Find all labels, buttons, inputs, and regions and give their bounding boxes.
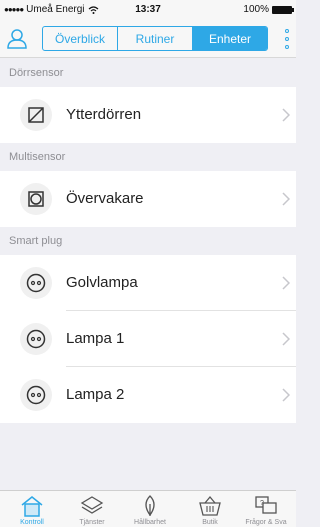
- tab-butik[interactable]: Butik: [180, 491, 240, 527]
- tab-fragor-svar[interactable]: ? Frågor & Sva: [236, 491, 296, 527]
- device-name: Lampa 2: [66, 386, 125, 403]
- smart-plug-icon: [20, 323, 52, 355]
- home-icon: [21, 496, 43, 517]
- device-row-overvakare[interactable]: Övervakare: [0, 171, 296, 227]
- svg-text:?: ?: [260, 500, 264, 507]
- door-sensor-icon: [20, 99, 52, 131]
- section-header-multisensor: Multisensor: [0, 143, 296, 171]
- status-right: 100%: [243, 4, 294, 15]
- smart-plug-icon: [20, 379, 52, 411]
- device-name: Övervakare: [66, 190, 144, 207]
- basket-icon: [199, 495, 221, 516]
- device-name: Golvlampa: [66, 274, 138, 291]
- tab-hallbarhet[interactable]: Hållbarhet: [120, 491, 180, 527]
- battery-percent: 100%: [243, 4, 269, 15]
- tab-label: Hållbarhet: [134, 519, 166, 526]
- chevron-right-icon: [282, 192, 290, 206]
- chevron-right-icon: [282, 276, 290, 290]
- chevron-right-icon: [282, 332, 290, 346]
- device-row-ytterdorren[interactable]: Ytterdörren: [0, 87, 296, 143]
- user-profile-button[interactable]: [6, 28, 28, 50]
- tab-tjanster[interactable]: Tjänster: [62, 491, 122, 527]
- segment-devices[interactable]: Enheter: [193, 27, 267, 50]
- multisensor-icon: [20, 183, 52, 215]
- battery-icon: [272, 5, 294, 14]
- device-name: Ytterdörren: [66, 106, 142, 123]
- device-row-lampa-2[interactable]: Lampa 2: [0, 367, 296, 423]
- tab-bar: Kontroll Tjänster Hållbarhet Butik ? Frå…: [0, 490, 296, 527]
- device-name: Lampa 1: [66, 330, 125, 347]
- more-dot-icon: [285, 37, 289, 41]
- view-segmented-control: Överblick Rutiner Enheter: [42, 26, 268, 51]
- more-options-button[interactable]: [284, 29, 290, 49]
- tab-label: Kontroll: [20, 519, 44, 526]
- chevron-right-icon: [282, 108, 290, 122]
- tab-label: Tjänster: [79, 519, 105, 526]
- tab-kontroll[interactable]: Kontroll: [2, 491, 62, 527]
- chat-icon: ?: [255, 496, 277, 514]
- user-icon: [7, 29, 27, 49]
- layers-icon: [80, 496, 104, 514]
- more-dot-icon: [285, 29, 289, 33]
- chevron-right-icon: [282, 388, 290, 402]
- segment-overview[interactable]: Överblick: [43, 27, 118, 50]
- smart-plug-icon: [20, 267, 52, 299]
- nav-bar: Överblick Rutiner Enheter: [0, 20, 296, 58]
- section-header-smart-plug: Smart plug: [0, 227, 296, 255]
- status-bar: ●●●●● Umeå Energi 13:37 100%: [0, 0, 296, 20]
- device-row-golvlampa[interactable]: Golvlampa: [0, 255, 296, 311]
- device-row-lampa-1[interactable]: Lampa 1: [0, 311, 296, 367]
- more-dot-icon: [285, 45, 289, 49]
- section-header-door-sensor: Dörrsensor: [0, 59, 296, 87]
- leaf-icon: [145, 495, 155, 517]
- tab-label: Butik: [202, 519, 218, 526]
- segment-routines[interactable]: Rutiner: [118, 27, 193, 50]
- tab-label: Frågor & Sva: [245, 519, 287, 526]
